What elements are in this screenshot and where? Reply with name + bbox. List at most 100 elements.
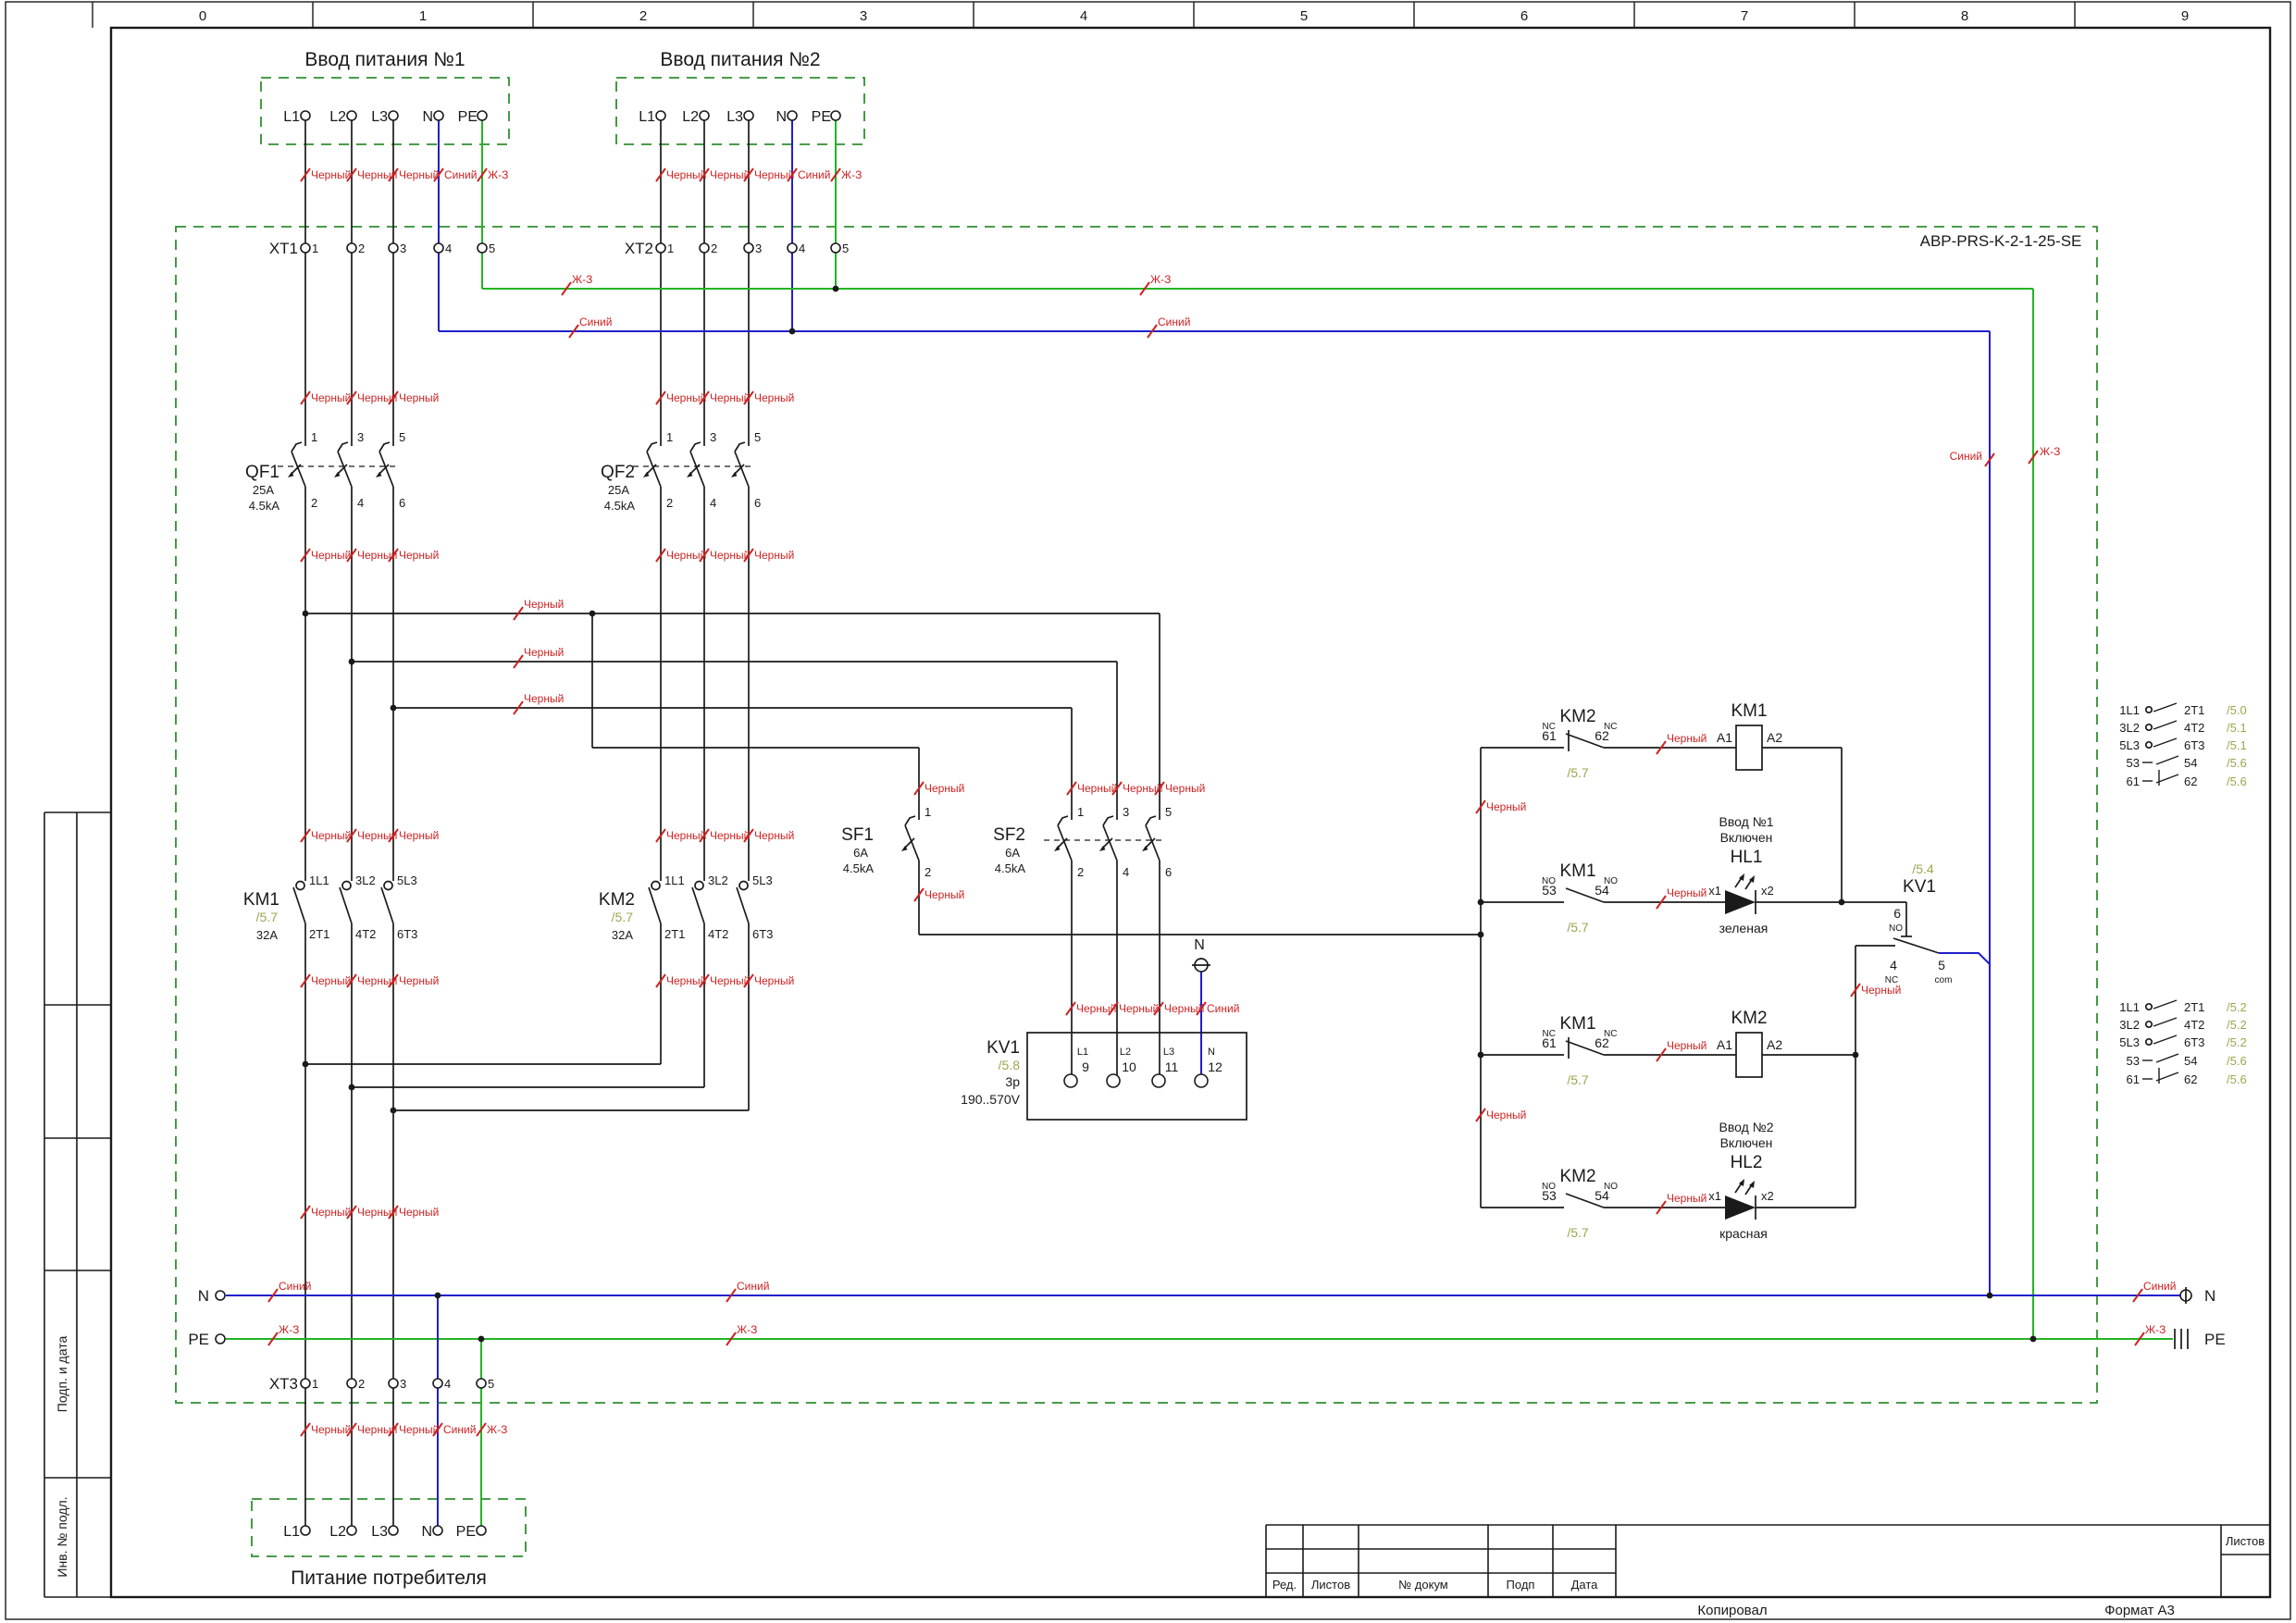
kv1-9: 9 [1082,1059,1089,1074]
lamp-x1: x1 [1708,884,1721,898]
aux-53: 53 [1542,883,1557,898]
xref-left: 5L3 [2119,1035,2140,1049]
xref-left: 61 [2127,1072,2140,1086]
contactor-km1-main: KM1 /5.7 32A 1L1 3L2 5L3 2T1 4T2 6T3 [243,873,417,942]
xref-right: 54 [2184,756,2197,770]
svg-text:Черный: Черный [710,168,750,181]
sf2-current: 6A [1005,846,1020,860]
xref-right: 6T3 [2184,1035,2204,1049]
ruler-5: 5 [1300,8,1308,24]
input2-terminals: L1 L2 L3 N PE [639,109,841,125]
sf1-breaking: 4.5kA [843,861,875,875]
ruler-7: 7 [1741,8,1748,24]
coil-a2: A2 [1767,1037,1782,1052]
aux-54: 54 [1595,1188,1609,1203]
svg-text:Черный: Черный [1667,1039,1706,1052]
svg-text:Черный: Черный [710,549,750,562]
wire-label-black: Черный [1656,1192,1706,1215]
aux-62: 62 [1595,1035,1609,1050]
breaker-qf1: QF1 25A 4.5kA 1 3 5 2 4 6 [245,430,405,513]
svg-text:Черный: Черный [357,974,397,987]
lamp-caption1: Ввод №1 [1719,814,1774,829]
wire-label-blue: Синий [726,1280,769,1303]
km2-2t1: 2T1 [664,927,685,941]
wire-label-black: Черный [1656,1039,1706,1062]
aux-contact-km2-nc: KM2 NC NC 61 62 /5.7 [1542,707,1617,780]
coil-name: KM2 [1731,1009,1767,1028]
kv1-contact-ref: /5.4 [1912,861,1934,876]
wire-label-black: Черный [743,828,794,843]
xref-right: 4T2 [2184,1018,2204,1032]
aux-ref: /5.7 [1567,920,1589,935]
terminal-label: PE [456,1524,476,1540]
qf2-t3: 3 [710,430,716,444]
coil-km1: KM1 A1 A2 [1717,701,1782,771]
xref-right: 62 [2184,1072,2197,1086]
coil-a1: A1 [1717,1037,1732,1052]
wire-label-blue: Синий [433,167,477,182]
lamp-name: HL1 [1731,848,1763,867]
sf2-t1: 1 [1077,805,1084,819]
aux-name: KM2 [1559,707,1595,726]
wire-label-black: Черный [743,973,794,988]
wire-label-black: Черный [1065,1001,1116,1016]
sf1-t2: 2 [925,865,931,879]
breaker-sf1: SF1 6A 4.5kA 1 2 [841,805,931,879]
wire-label-blue: Синий [1147,316,1190,339]
svg-text:Черный: Черный [925,888,964,901]
svg-text:Черный: Черный [399,168,439,181]
kv1-no-number: 6 [1893,906,1901,921]
xt1-n2: 2 [358,242,365,255]
qf2-t4: 4 [710,496,716,510]
xref-ref: /5.1 [2227,738,2247,752]
xt3-label: XT3 [269,1375,298,1393]
aux-contact-km2-no: KM2 NO NO 53 54 /5.7 [1542,1167,1618,1240]
terminal-label: N [776,109,787,125]
sf2-t4: 4 [1123,865,1129,879]
wire-label-black: Черный [513,692,564,715]
xt2-label: XT2 [625,240,653,257]
lamp-caption2: Включен [1720,1135,1773,1150]
kv1-changeover-contact: /5.4 KV1 6 NO 4 NC 5 com [1885,861,1953,985]
svg-text:Черный: Черный [524,598,564,611]
coil-a1: A1 [1717,730,1732,745]
svg-text:Черный: Черный [399,391,439,404]
svg-text:Синий: Синий [444,168,477,181]
n-rail-left-label: N [198,1287,209,1305]
kv1-poles: 3p [1005,1074,1020,1089]
kv1-12: 12 [1208,1059,1222,1074]
svg-text:Черный: Черный [311,1206,351,1219]
lamp-name: HL2 [1731,1153,1763,1172]
svg-text:Черный: Черный [357,549,397,562]
left-margin-strip [43,812,111,1598]
km2-1l1: 1L1 [664,873,685,887]
aux-name: KM1 [1559,861,1595,881]
kv1-ref: /5.8 [999,1058,1021,1072]
xref-left: 53 [2127,1054,2140,1068]
xref-ref: /5.6 [2227,1072,2247,1086]
xt3-n4: 4 [444,1377,451,1391]
wire-label-pe: Ж-З [267,1323,299,1346]
svg-text:Черный: Черный [357,1423,397,1436]
xref-right: 6T3 [2184,738,2204,752]
stamp-copied: Копировал [1697,1603,1767,1618]
svg-text:Черный: Черный [1667,1192,1706,1205]
svg-text:Синий: Синий [1158,316,1190,328]
xref-left: 5L3 [2119,738,2140,752]
km1-6t3: 6T3 [397,927,417,941]
xref-ref: /5.0 [2227,703,2247,717]
sf1-name: SF1 [841,825,874,845]
kv1-n-tag: N [1194,937,1205,953]
ruler-8: 8 [1961,8,1968,24]
aux-ref: /5.7 [1567,1072,1589,1087]
km1-5l3: 5L3 [397,873,417,887]
xref-right: 62 [2184,774,2197,788]
svg-text:Ж-З: Ж-З [1150,273,1171,286]
xt3-n3: 3 [400,1377,406,1391]
input1-title: Ввод питания №1 [304,49,465,70]
kv1-range: 190..570V [961,1092,1020,1107]
sf2-t6: 6 [1165,865,1172,879]
svg-text:Синий: Синий [1207,1002,1239,1015]
wire-label-black: Черный [513,598,564,621]
terminal-label: L1 [283,109,300,125]
